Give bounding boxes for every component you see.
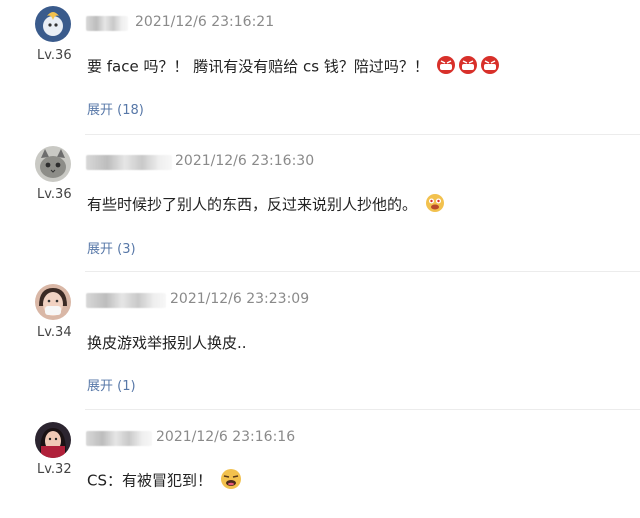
comment-text-row: 要 face 吗？！ 腾讯有没有赔给 cs 钱？陪过吗？！ <box>87 55 502 79</box>
cat-avatar-icon[interactable] <box>35 146 71 182</box>
girl-avatar-icon[interactable] <box>35 422 71 458</box>
comment-text-row: 换皮游戏举报别人换皮.. <box>87 332 247 353</box>
blurred-username <box>86 431 152 446</box>
person-avatar-icon[interactable] <box>35 284 71 320</box>
divider <box>85 134 640 135</box>
drool-face-icon <box>424 193 446 217</box>
angry-face-icon <box>436 55 502 79</box>
comment-time: 2021/12/6 23:16:30 <box>175 153 315 169</box>
divider <box>85 409 640 410</box>
comment-text-row: CS：有被冒犯到！ <box>87 468 243 494</box>
comment-text: 要 face 吗？！ 腾讯有没有赔给 cs 钱？陪过吗？！ <box>87 57 429 76</box>
comment-time: 2021/12/6 23:16:16 <box>156 429 296 445</box>
comment-text: 有些时候抄了别人的东西，反过来说别人抄他的。 <box>87 195 418 214</box>
expand-replies-link[interactable]: 展开 (1) <box>87 375 136 394</box>
user-level: Lv.36 <box>37 48 72 63</box>
comment-time: 2021/12/6 23:16:21 <box>135 14 275 30</box>
comment-time: 2021/12/6 23:23:09 <box>170 291 310 307</box>
user-level: Lv.32 <box>37 462 72 477</box>
comment-text: 换皮游戏举报别人换皮.. <box>87 334 247 352</box>
bird-avatar-icon[interactable] <box>35 6 71 42</box>
expand-replies-link[interactable]: 展开 (18) <box>87 99 144 118</box>
comment-text-row: 有些时候抄了别人的东西，反过来说别人抄他的。 <box>87 193 446 217</box>
annoyed-face-icon <box>219 468 243 494</box>
expand-replies-link[interactable]: 展开 (3) <box>87 238 136 257</box>
comment-text: CS：有被冒犯到！ <box>87 471 212 490</box>
blurred-username <box>86 155 172 170</box>
divider <box>85 271 640 272</box>
user-level: Lv.34 <box>37 325 72 340</box>
user-level: Lv.36 <box>37 187 72 202</box>
blurred-username <box>86 293 166 308</box>
blurred-username <box>86 16 128 31</box>
